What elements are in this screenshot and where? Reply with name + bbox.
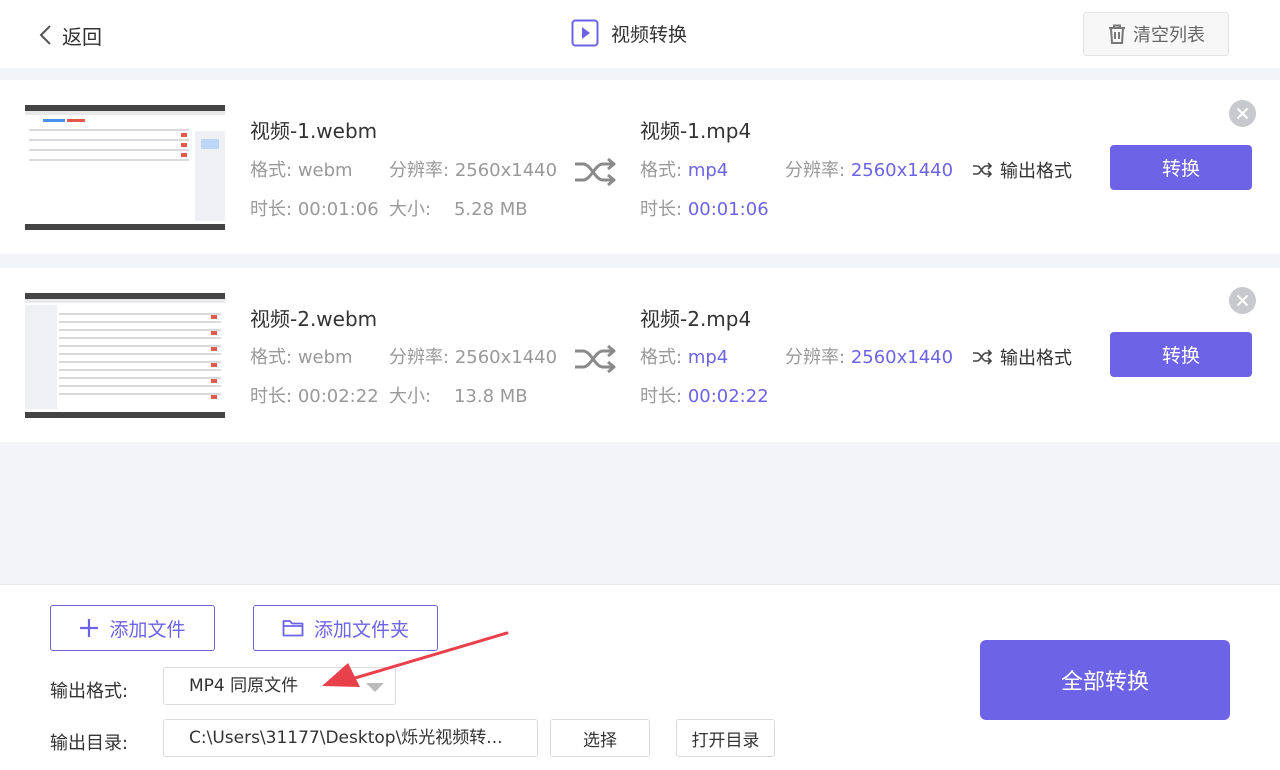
target-file-name: 视频-1.mp4 (640, 119, 752, 143)
source-file-name: 视频-1.webm (250, 119, 378, 143)
remove-file-button[interactable] (1229, 100, 1256, 127)
target-duration: 时长: 00:01:06 (640, 199, 769, 220)
target-resolution: 分辨率: 2560x1440 (785, 347, 954, 368)
source-duration: 时长: 00:01:06 (250, 199, 379, 220)
shuffle-icon (973, 349, 992, 365)
source-resolution: 分辨率: 2560x1440 (389, 347, 558, 368)
caret-down-icon (366, 683, 384, 692)
page-title: 视频转换 (571, 19, 687, 47)
video-thumbnail (25, 293, 225, 418)
close-icon (1236, 107, 1249, 120)
output-format-label: 输出格式 (1000, 161, 1072, 182)
target-file-name: 视频-2.mp4 (640, 307, 752, 331)
target-duration: 时长: 00:02:22 (640, 386, 769, 407)
trash-icon (1109, 24, 1125, 44)
target-resolution: 分辨率: 2560x1440 (785, 160, 954, 181)
output-format-label: 输出格式: (50, 681, 129, 702)
source-format: 格式: webm (250, 160, 353, 181)
back-label: 返回 (62, 24, 102, 49)
shuffle-icon (575, 344, 616, 374)
target-format: 格式: mp4 (640, 160, 729, 181)
folder-icon (282, 620, 304, 637)
close-icon (1236, 294, 1249, 307)
output-dir-field[interactable]: C:\Users\31177\Desktop\烁光视频转... (163, 719, 538, 757)
output-format-button[interactable]: 输出格式 (972, 157, 1072, 183)
shuffle-icon (575, 157, 616, 187)
back-button[interactable]: 返回 (36, 20, 102, 50)
shuffle-icon (973, 162, 992, 178)
bottom-panel: 添加文件 添加文件夹 输出格式: MP4 同原文件 输出目录: C:\Users… (0, 584, 1280, 770)
chevron-left-icon (39, 25, 51, 45)
video-thumbnail (25, 105, 225, 230)
convert-button[interactable]: 转换 (1110, 145, 1252, 190)
page-title-text: 视频转换 (611, 23, 688, 46)
output-dir-label: 输出目录: (50, 733, 129, 754)
output-format-select[interactable]: MP4 同原文件 (163, 667, 396, 705)
add-file-button[interactable]: 添加文件 (50, 605, 215, 651)
remove-file-button[interactable] (1229, 287, 1256, 314)
play-video-icon (571, 19, 599, 47)
add-folder-label: 添加文件夹 (313, 618, 409, 641)
header: 返回 视频转换 清空列表 (0, 0, 1280, 68)
source-format: 格式: webm (250, 347, 353, 368)
source-file-name: 视频-2.webm (250, 307, 378, 331)
file-card: 视频-2.webm 格式: webm 分辨率: 2560x1440 时长: 00… (0, 268, 1280, 442)
clear-list-button[interactable]: 清空列表 (1083, 12, 1229, 56)
file-card: 视频-1.webm 格式: webm 分辨率: 2560x1440 时长: 00… (0, 80, 1280, 254)
output-format-button[interactable]: 输出格式 (972, 344, 1072, 370)
add-file-label: 添加文件 (109, 618, 186, 641)
convert-all-button[interactable]: 全部转换 (980, 640, 1230, 720)
choose-dir-button[interactable]: 选择 (550, 719, 650, 757)
plus-icon (80, 619, 99, 637)
source-duration: 时长: 00:02:22 (250, 386, 379, 407)
convert-button[interactable]: 转换 (1110, 332, 1252, 377)
source-resolution: 分辨率: 2560x1440 (389, 160, 558, 181)
output-format-value: MP4 同原文件 (189, 676, 299, 696)
clear-list-label: 清空列表 (1133, 25, 1205, 46)
target-format: 格式: mp4 (640, 347, 729, 368)
output-format-label: 输出格式 (1000, 348, 1072, 369)
source-size: 大小: 13.8 MB (389, 386, 528, 407)
open-dir-button[interactable]: 打开目录 (676, 719, 775, 757)
source-size: 大小: 5.28 MB (389, 199, 528, 220)
add-folder-button[interactable]: 添加文件夹 (253, 605, 438, 651)
